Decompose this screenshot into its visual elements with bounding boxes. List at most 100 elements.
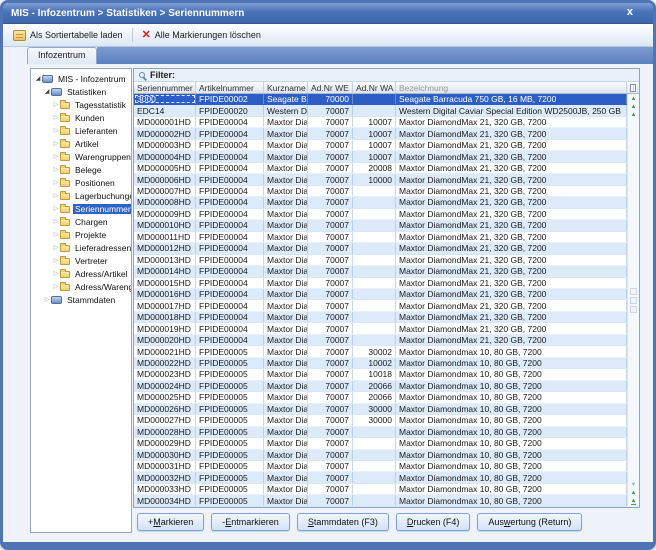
expanded-arrow-icon[interactable]: ◢ — [43, 89, 51, 95]
collapsed-arrow-icon[interactable]: ▷ — [52, 258, 60, 264]
tree-item-positionen[interactable]: ▷Positionen — [31, 176, 131, 189]
insert-row-icon[interactable]: ▲ — [631, 104, 637, 110]
column-header-kurzname[interactable]: Kurzname — [264, 82, 308, 93]
table-cell: 70007 — [308, 346, 353, 356]
tree-item-chargen[interactable]: ▷Chargen — [31, 215, 131, 228]
tab-infozentrum[interactable]: Infozentrum — [27, 47, 97, 64]
table-row[interactable]: MD000010HDFPIDE00004Maxtor Dia70007Maxto… — [134, 220, 627, 231]
markieren-button[interactable]: + Markieren — [137, 513, 204, 531]
column-header-bezeichnung[interactable]: Bezeichnung — [396, 82, 627, 93]
table-row[interactable]: MD000020HDFPIDE00004Maxtor Dia70007Maxto… — [134, 335, 627, 346]
column-header-adnr-we[interactable]: Ad.Nr WE — [308, 82, 353, 93]
drucken-button[interactable]: Drucken (F4) — [396, 513, 471, 531]
table-row[interactable]: MD000001HDFPIDE00004Maxtor Dia7000710007… — [134, 117, 627, 128]
close-icon[interactable]: x — [621, 6, 645, 20]
tree-item-lieferadressen[interactable]: ▷Lieferadressen — [31, 241, 131, 254]
table-row[interactable]: MD000029HDFPIDE00005Maxtor Dia70007Maxto… — [134, 438, 627, 449]
table-row[interactable]: MD000022HDFPIDE00005Maxtor Dia7000710002… — [134, 358, 627, 369]
tree-item-statistiken[interactable]: ◢Statistiken — [31, 85, 131, 98]
tree-item-lieferanten[interactable]: ▷Lieferanten — [31, 124, 131, 137]
table-row[interactable]: MD000034HDFPIDE00005Maxtor Dia70007Maxto… — [134, 495, 627, 506]
collapsed-arrow-icon[interactable]: ▷ — [52, 154, 60, 160]
table-row[interactable]: MD000003HDFPIDE00004Maxtor Dia7000710007… — [134, 140, 627, 151]
table-row[interactable]: MD000006HDFPIDE00004Maxtor Dia7000710000… — [134, 174, 627, 185]
collapsed-arrow-icon[interactable]: ▷ — [52, 180, 60, 186]
go-to-end-icon[interactable]: ▲ — [631, 498, 637, 505]
tree-item-adress-artikel[interactable]: ▷Adress/Artikel — [31, 267, 131, 280]
table-row[interactable]: MD000030HDFPIDE00005Maxtor Dia70007Maxto… — [134, 450, 627, 461]
entmarkieren-button[interactable]: - Entmarkieren — [211, 513, 290, 531]
collapsed-arrow-icon[interactable]: ▷ — [52, 271, 60, 277]
collapsed-arrow-icon[interactable]: ▷ — [52, 219, 60, 225]
tree-item-mis-infozentrum[interactable]: ◢MIS - Infozentrum — [31, 72, 131, 85]
collapsed-arrow-icon[interactable]: ▷ — [52, 115, 60, 121]
append-row-icon[interactable]: ▲ — [631, 112, 637, 118]
column-header-artikelnummer[interactable]: Artikelnummer — [196, 82, 264, 93]
column-chooser-button[interactable] — [627, 82, 639, 93]
table-row[interactable]: MD000025HDFPIDE00005Maxtor Dia7000720066… — [134, 392, 627, 403]
table-row[interactable]: MD000024HDFPIDE00005Maxtor Dia7000720066… — [134, 381, 627, 392]
collapsed-arrow-icon[interactable]: ▷ — [52, 206, 60, 212]
table-row[interactable]: MD000014HDFPIDE00004Maxtor Dia70007Maxto… — [134, 266, 627, 277]
table-cell: 70007 — [308, 140, 353, 150]
auswertung-button[interactable]: Auswertung (Return) — [477, 513, 582, 531]
table-row[interactable]: MD000004HDFPIDE00004Maxtor Dia7000710007… — [134, 151, 627, 162]
tree-item-belege[interactable]: ▷Belege — [31, 163, 131, 176]
collapsed-arrow-icon[interactable]: ▷ — [52, 232, 60, 238]
tree-item-lagerbuchungen[interactable]: ▷Lagerbuchungen — [31, 189, 131, 202]
table-row[interactable]: MD000031HDFPIDE00005Maxtor Dia70007Maxto… — [134, 461, 627, 472]
column-header-seriennummer[interactable]: Seriennummer ▼ — [134, 82, 196, 93]
collapsed-arrow-icon[interactable]: ▷ — [52, 167, 60, 173]
collapsed-arrow-icon[interactable]: ▷ — [52, 102, 60, 108]
collapsed-arrow-icon[interactable]: ▷ — [52, 128, 60, 134]
tree-item-warengruppen[interactable]: ▷Warengruppen — [31, 150, 131, 163]
column-header-adnr-wa[interactable]: Ad.Nr WA — [353, 82, 396, 93]
table-row[interactable]: MD000015HDFPIDE00004Maxtor Dia70007Maxto… — [134, 278, 627, 289]
grid-tool-icon[interactable] — [630, 288, 637, 295]
table-row[interactable]: MD000028HDFPIDE00005Maxtor Dia70007Maxto… — [134, 427, 627, 438]
go-up-icon[interactable]: ▲ — [631, 490, 637, 496]
table-row[interactable]: MD000011HDFPIDE00004Maxtor Dia70007Maxto… — [134, 232, 627, 243]
table-row[interactable]: MD000021HDFPIDE00005Maxtor Dia7000730002… — [134, 346, 627, 357]
table-row[interactable]: MD000005HDFPIDE00004Maxtor Dia7000720008… — [134, 163, 627, 174]
table-row[interactable]: MD000007HDFPIDE00004Maxtor Dia70007Maxto… — [134, 186, 627, 197]
table-row[interactable]: MD000009HDFPIDE00004Maxtor Dia70007Maxto… — [134, 209, 627, 220]
collapsed-arrow-icon[interactable]: ▷ — [52, 141, 60, 147]
scroll-down-icon[interactable]: ▼ — [631, 482, 637, 488]
table-row[interactable]: MD000023HDFPIDE00005Maxtor Dia7000710018… — [134, 369, 627, 380]
tree-item-adress-warengruppen[interactable]: ▷Adress/Warengruppen — [31, 280, 131, 293]
table-row[interactable]: MD000027HDFPIDE00005Maxtor Dia7000730000… — [134, 415, 627, 426]
table-row[interactable]: MD000012HDFPIDE00004Maxtor Dia70007Maxto… — [134, 243, 627, 254]
table-row[interactable]: MD000033HDFPIDE00005Maxtor Dia70007Maxto… — [134, 484, 627, 495]
tree-item-seriennummern[interactable]: ▷Seriennummern — [31, 202, 131, 215]
table-row[interactable]: MD000013HDFPIDE00004Maxtor Dia70007Maxto… — [134, 255, 627, 266]
table-row[interactable]: MD000017HDFPIDE00004Maxtor Dia70007Maxto… — [134, 300, 627, 311]
table-row[interactable]: MD000026HDFPIDE00005Maxtor Dia7000730000… — [134, 404, 627, 415]
tree-item-artikel[interactable]: ▷Artikel — [31, 137, 131, 150]
tree-item-kunden[interactable]: ▷Kunden — [31, 111, 131, 124]
grid-options-icon[interactable] — [630, 306, 637, 313]
table-row[interactable]: MD000032HDFPIDE00005Maxtor Dia70007Maxto… — [134, 472, 627, 483]
table-row[interactable]: MD000008HDFPIDE00004Maxtor Dia70007Maxto… — [134, 197, 627, 208]
expanded-arrow-icon[interactable]: ◢ — [34, 76, 42, 82]
magnifier-icon[interactable] — [139, 72, 145, 78]
load-sort-table-button[interactable]: Als Sortiertabelle laden — [9, 29, 127, 42]
table-row[interactable]: MD000018HDFPIDE00004Maxtor Dia70007Maxto… — [134, 312, 627, 323]
table-row[interactable]: 3000FPIDE00002Seagate Ba70000Seagate Bar… — [134, 94, 627, 105]
table-row[interactable]: MD000002HDFPIDE00004Maxtor Dia7000710007… — [134, 128, 627, 139]
collapsed-arrow-icon[interactable]: ▷ — [52, 284, 60, 290]
table-row[interactable]: MD000016HDFPIDE00004Maxtor Dia70007Maxto… — [134, 289, 627, 300]
table-row[interactable]: MD000019HDFPIDE00004Maxtor Dia70007Maxto… — [134, 323, 627, 334]
stammdaten-button[interactable]: Stammdaten (F3) — [297, 513, 389, 531]
clear-marks-button[interactable]: ✕ Alle Markierungen löschen — [138, 29, 265, 42]
tree-item-projekte[interactable]: ▷Projekte — [31, 228, 131, 241]
tree-item-vertreter[interactable]: ▷Vertreter — [31, 254, 131, 267]
table-row[interactable]: EDC14FPIDE00020Western Di70007Western Di… — [134, 105, 627, 116]
grid-search-icon[interactable] — [630, 297, 637, 304]
collapsed-arrow-icon[interactable]: ▷ — [52, 193, 60, 199]
tree-item-tagesstatistik[interactable]: ▷Tagesstatistik — [31, 98, 131, 111]
tree-item-stammdaten[interactable]: ▷Stammdaten — [31, 293, 131, 306]
collapsed-arrow-icon[interactable]: ▷ — [52, 245, 60, 251]
collapsed-arrow-icon[interactable]: ▷ — [43, 297, 51, 303]
scroll-up-icon[interactable]: ▲ — [631, 96, 637, 102]
